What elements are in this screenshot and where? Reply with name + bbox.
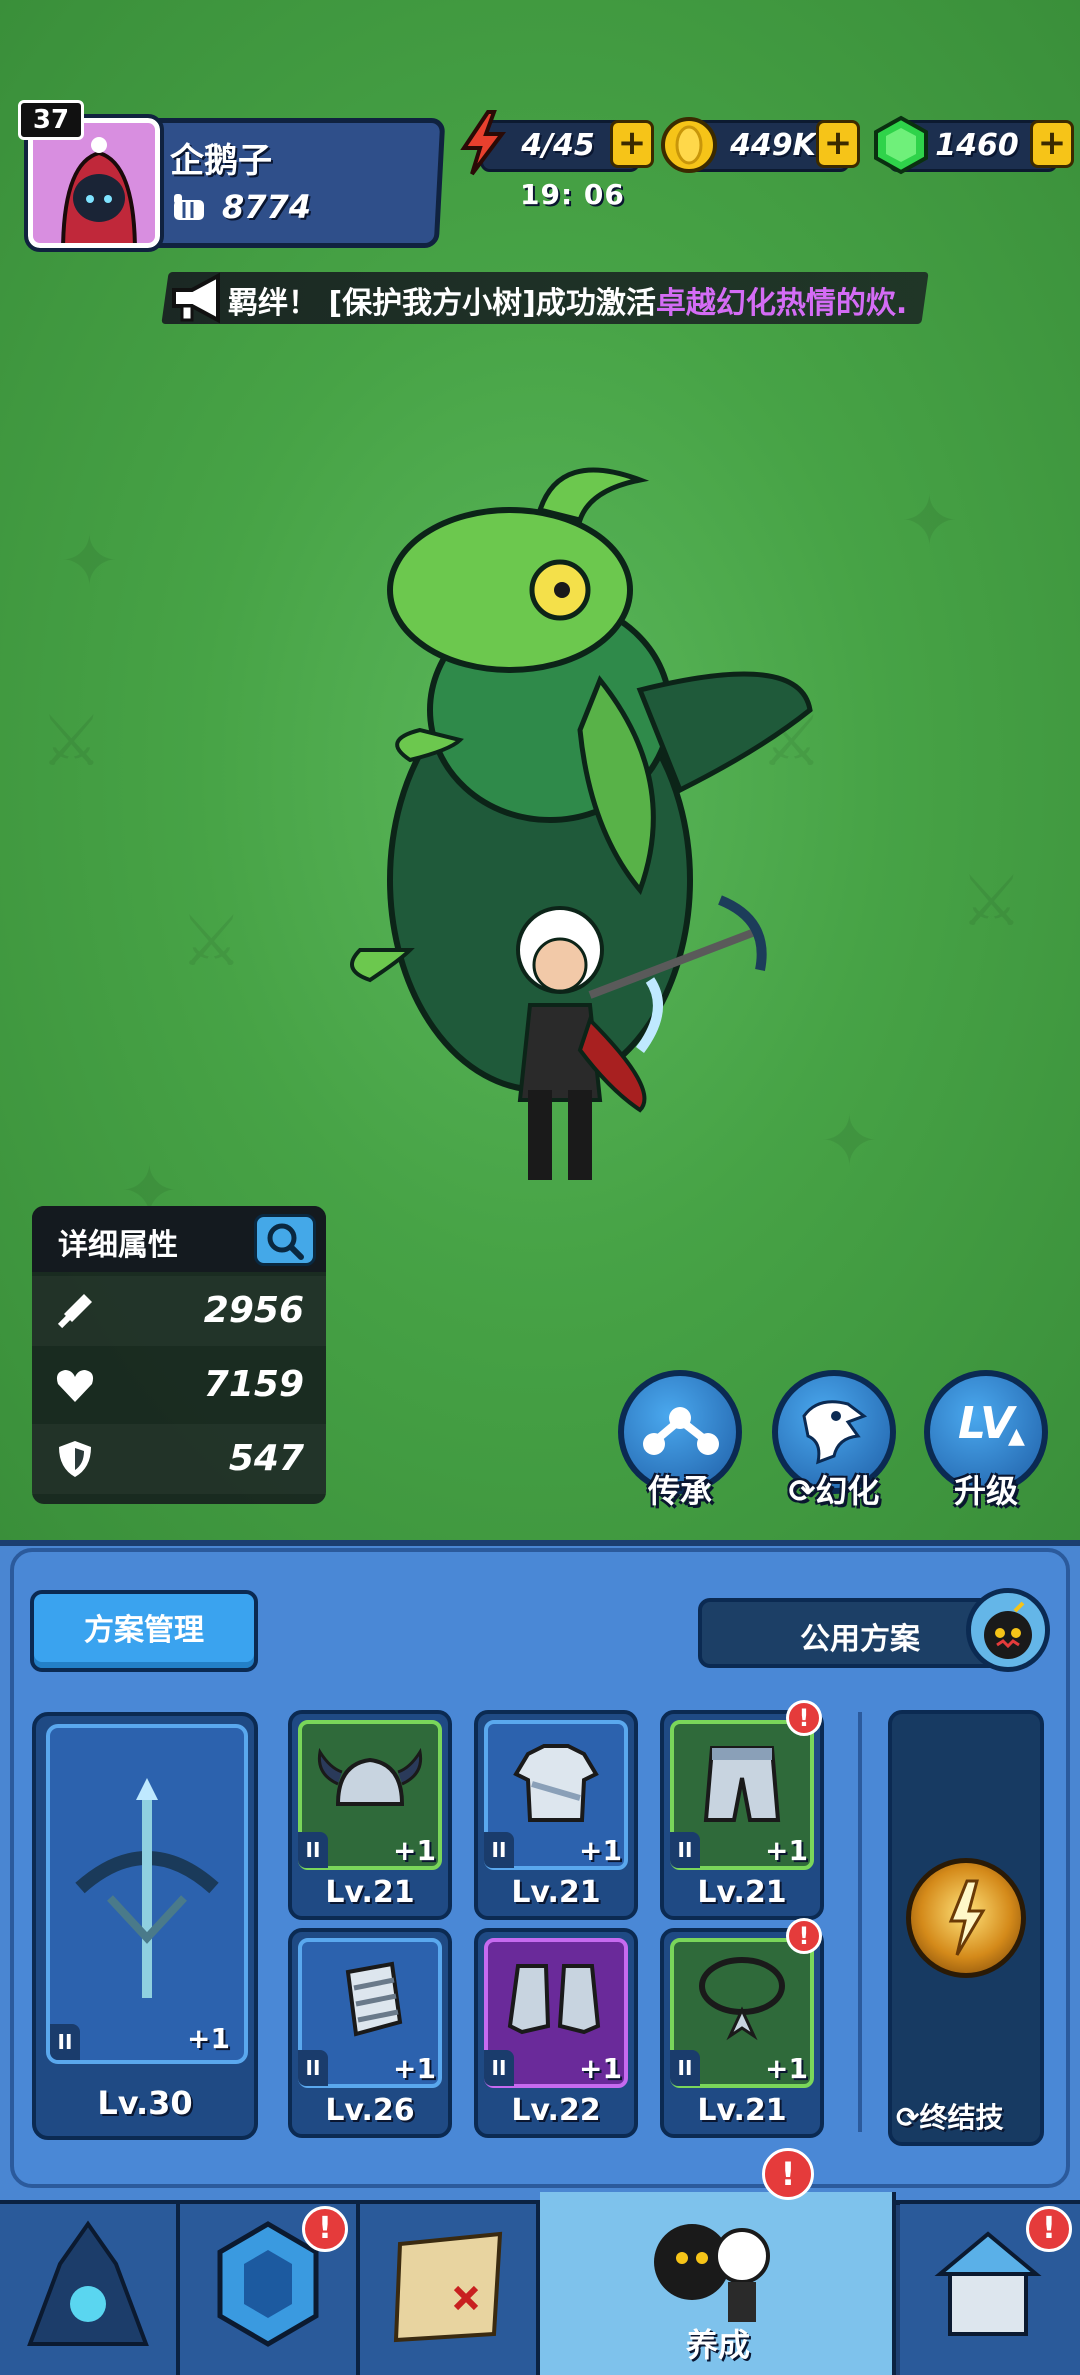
search-icon xyxy=(267,1223,304,1260)
nav-develop-alert-icon: ! xyxy=(762,2148,814,2200)
helmet-slot[interactable]: II +1 Lv.21 xyxy=(288,1710,452,1920)
helmet-tier-badge: II xyxy=(298,1832,328,1868)
up-arrow-icon: ▲ xyxy=(1008,1424,1025,1449)
player-power-value: 8774 xyxy=(222,188,312,226)
treasure-map-icon xyxy=(393,2231,503,2343)
boots-level: Lv.22 xyxy=(511,2093,601,2128)
lightning-orb-icon xyxy=(948,1879,986,1956)
boots-tier-badge: II xyxy=(484,2050,514,2086)
armor-level: Lv.21 xyxy=(511,1875,601,1910)
boots-plus: +1 xyxy=(579,2052,622,2085)
bracer-slot[interactable]: II +1 Lv.26 xyxy=(288,1928,452,2138)
weapon-level: Lv.30 xyxy=(97,2084,193,2122)
pants-icon xyxy=(703,1746,781,1822)
nav-shop-alert-icon: ! xyxy=(1026,2206,1072,2252)
pants-plus: +1 xyxy=(765,1834,808,1867)
pants-level: Lv.21 xyxy=(697,1875,787,1910)
dark-castle-icon xyxy=(27,2220,149,2346)
pants-tier-badge: II xyxy=(670,1832,700,1868)
weapon-slot-frame: II +1 xyxy=(46,1724,248,2064)
add-energy-button[interactable]: + xyxy=(610,120,654,168)
weapon-plus: +1 xyxy=(187,2022,230,2055)
bg-pattern-icon: ⚔ xyxy=(180,900,243,982)
announcement-highlight: 卓越幻化热情的炊. xyxy=(655,286,908,321)
announcement-text: 羁绊！ [保护我方小树]成功激活卓越幻化热情的炊. xyxy=(228,278,907,322)
sword-icon xyxy=(57,1294,92,1329)
ultimate-skill-icon[interactable] xyxy=(906,1858,1026,1978)
level-up-icon: LV xyxy=(957,1398,1015,1449)
necklace-plus: +1 xyxy=(765,2052,808,2085)
add-gem-button[interactable]: + xyxy=(1030,120,1074,168)
green-gem-icon xyxy=(874,115,928,175)
stat-attack-value: 2956 xyxy=(203,1290,304,1331)
armor-slot[interactable]: II +1 Lv.21 xyxy=(474,1710,638,1920)
stats-detail-button[interactable] xyxy=(254,1214,316,1266)
necklace-tier-badge: II xyxy=(670,2050,700,2086)
add-gold-button[interactable]: + xyxy=(816,120,860,168)
gold-coin-icon xyxy=(661,117,717,173)
hooded-avatar-icon xyxy=(61,137,137,243)
energy-bolt-icon xyxy=(460,110,506,176)
player-name: 企鹅子 xyxy=(170,141,272,181)
public-plan-avatar[interactable] xyxy=(966,1588,1050,1672)
bg-pattern-icon: ✦ xyxy=(900,480,959,562)
announcement-prefix: 羁绊！ [保护我方小树]成功激活 xyxy=(228,286,656,321)
bg-pattern-icon: ✦ xyxy=(60,520,119,602)
bg-pattern-icon: ⚔ xyxy=(960,860,1023,942)
gold-value: 449K xyxy=(730,128,816,163)
necklace-slot[interactable]: II +1 Lv.21 xyxy=(660,1928,824,2138)
stat-row-attack: 2956 xyxy=(32,1276,326,1346)
player-level-badge: 37 xyxy=(18,100,84,140)
nav-item-map[interactable] xyxy=(360,2204,540,2375)
power-fist-icon xyxy=(174,194,204,220)
necklace-icon xyxy=(699,1957,785,2041)
shield-icon xyxy=(59,1441,91,1477)
bracer-tier-badge: II xyxy=(298,2050,328,2086)
helmet-plus: +1 xyxy=(393,1834,436,1867)
stat-health-value: 7159 xyxy=(203,1364,304,1405)
stat-row-defense: 547 xyxy=(32,1424,326,1494)
megaphone-icon xyxy=(172,272,220,324)
pants-alert-icon: ! xyxy=(786,1700,822,1736)
armor-plus: +1 xyxy=(579,1834,622,1867)
ultimate-skill-label: ⟳终结技 xyxy=(896,2096,1003,2136)
gem-value: 1460 xyxy=(935,128,1019,163)
nav-develop-label: 养成 xyxy=(685,2326,750,2364)
helmet-level: Lv.21 xyxy=(325,1875,415,1910)
stat-defense-value: 547 xyxy=(228,1438,304,1479)
hero-duo-icon xyxy=(654,2224,770,2322)
boots-slot[interactable]: II +1 Lv.22 xyxy=(474,1928,638,2138)
horned-helmet-icon xyxy=(317,1747,423,1806)
weapon-tier-badge: II xyxy=(50,2024,80,2060)
nav-item-battle[interactable] xyxy=(0,2204,180,2375)
nav-cards-alert-icon: ! xyxy=(302,2206,348,2252)
heart-icon xyxy=(56,1370,94,1402)
upgrade-label: 升级 xyxy=(953,1472,1018,1510)
swap-icon: ⟳ xyxy=(896,2101,920,2134)
bracer-plus: +1 xyxy=(393,2052,436,2085)
plan-manage-button[interactable]: 方案管理 xyxy=(30,1590,258,1672)
public-plan-label: 公用方案 xyxy=(800,1622,920,1657)
necklace-alert-icon: ! xyxy=(786,1918,822,1954)
bracer-icon xyxy=(345,1961,403,2037)
stats-title: 详细属性 xyxy=(58,1228,178,1263)
necklace-level: Lv.21 xyxy=(697,2093,787,2128)
transform-label-text: 幻化 xyxy=(815,1472,880,1510)
stat-row-health: 7159 xyxy=(32,1350,326,1420)
ultimate-skill-label-text: 终结技 xyxy=(919,2101,1004,2134)
armor-icon xyxy=(513,1744,599,1822)
pants-slot[interactable]: II +1 Lv.21 xyxy=(660,1710,824,1920)
crossbow-icon xyxy=(75,1778,219,1998)
boots-icon xyxy=(507,1964,601,2035)
hero-character-illustration[interactable] xyxy=(340,450,840,1190)
equipment-divider xyxy=(858,1712,862,2132)
transform-label: ⟳幻化 xyxy=(754,1466,914,1512)
bg-pattern-icon: ⚔ xyxy=(40,700,103,782)
armor-tier-badge: II xyxy=(484,1832,514,1868)
inherit-label: 传承 xyxy=(647,1472,712,1510)
energy-timer: 19: 06 xyxy=(520,178,625,211)
bomb-creature-icon xyxy=(984,1601,1032,1659)
bracer-level: Lv.26 xyxy=(325,2093,415,2128)
refresh-icon: ⟳ xyxy=(788,1472,816,1510)
